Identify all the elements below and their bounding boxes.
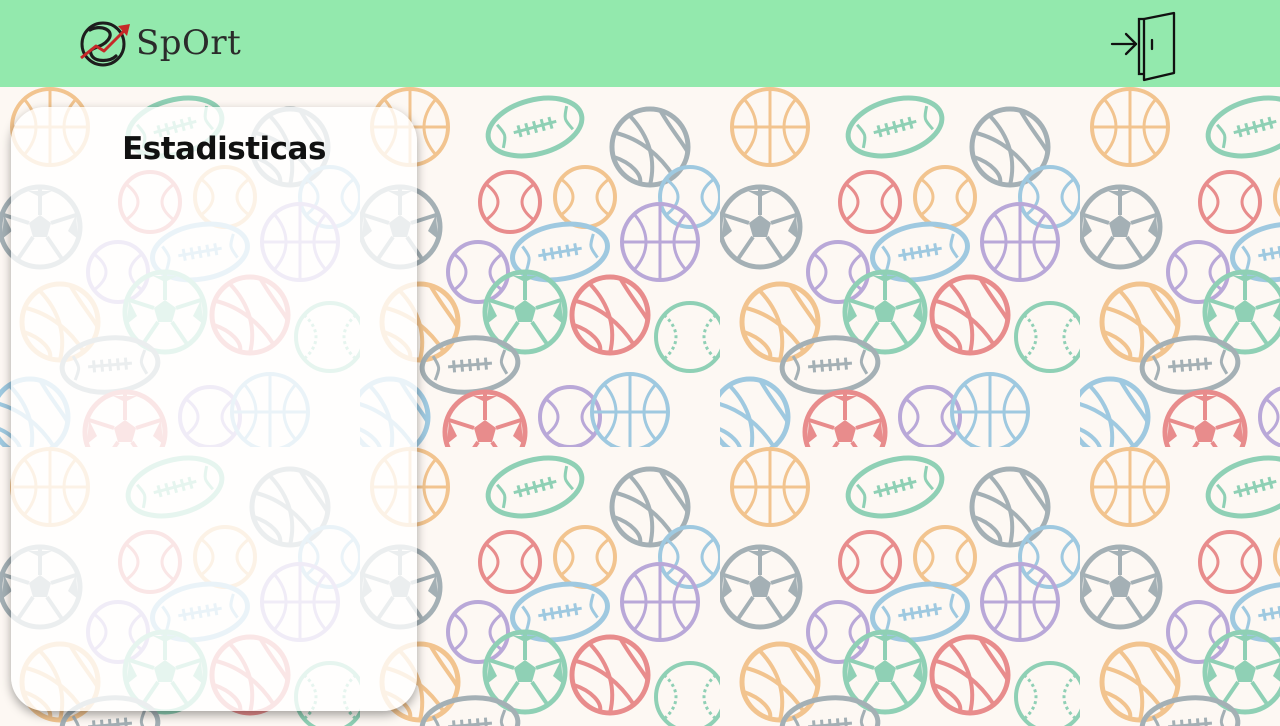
statistics-panel: Estadisticas (11, 107, 417, 711)
statistics-title: Estadisticas (122, 131, 326, 167)
top-navbar: SpOrt (0, 0, 1280, 87)
logout-door-icon (1110, 11, 1176, 82)
brand-home-link[interactable]: SpOrt (78, 18, 241, 68)
brand-name: SpOrt (136, 23, 242, 63)
app-root: SpOrt Estadisticas (0, 0, 1280, 726)
logout-button[interactable] (1108, 10, 1178, 82)
sport-logo-icon (80, 21, 130, 67)
